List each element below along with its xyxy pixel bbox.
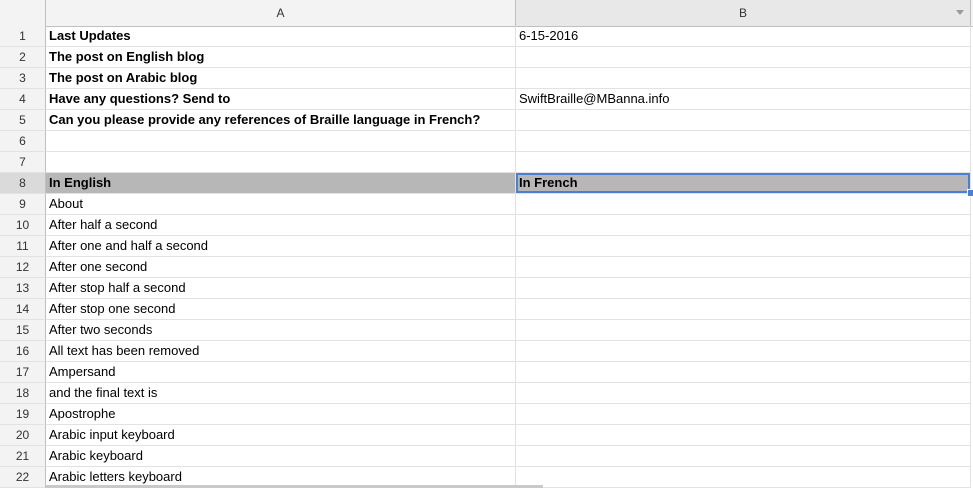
row-header[interactable]: 1 bbox=[0, 26, 46, 47]
cell-a[interactable]: Arabic input keyboard bbox=[46, 425, 516, 446]
row-header[interactable]: 9 bbox=[0, 194, 46, 215]
column-header-b[interactable]: B bbox=[516, 0, 971, 26]
cell-b[interactable] bbox=[516, 320, 971, 341]
cell-b[interactable] bbox=[516, 467, 971, 488]
cell-a[interactable]: The post on Arabic blog bbox=[46, 68, 516, 89]
row-header[interactable]: 16 bbox=[0, 341, 46, 362]
column-header-a[interactable]: A bbox=[46, 0, 516, 26]
row-header[interactable]: 10 bbox=[0, 215, 46, 236]
cell-a[interactable]: After stop half a second bbox=[46, 278, 516, 299]
cell-a[interactable]: After stop one second bbox=[46, 299, 516, 320]
cell-a[interactable]: In English bbox=[46, 173, 516, 194]
cell-a[interactable]: All text has been removed bbox=[46, 341, 516, 362]
cell-a[interactable]: Apostrophe bbox=[46, 404, 516, 425]
table-row: 21 Arabic keyboard bbox=[0, 446, 973, 467]
table-row: 6 bbox=[0, 131, 973, 152]
cell-a[interactable]: Ampersand bbox=[46, 362, 516, 383]
cell-b[interactable] bbox=[516, 68, 971, 89]
cell-b[interactable]: In French bbox=[516, 173, 971, 194]
cell-a[interactable]: and the final text is bbox=[46, 383, 516, 404]
chevron-down-icon[interactable] bbox=[956, 10, 964, 15]
row-header[interactable]: 5 bbox=[0, 110, 46, 131]
cell-b[interactable] bbox=[516, 152, 971, 173]
table-row: 3 The post on Arabic blog bbox=[0, 68, 973, 89]
row-header[interactable]: 7 bbox=[0, 152, 46, 173]
cell-a[interactable]: After one second bbox=[46, 257, 516, 278]
cell-a[interactable]: About bbox=[46, 194, 516, 215]
cell-b[interactable] bbox=[516, 446, 971, 467]
cell-b[interactable] bbox=[516, 299, 971, 320]
cell-a[interactable]: The post on English blog bbox=[46, 47, 516, 68]
cell-b[interactable] bbox=[516, 278, 971, 299]
row-header[interactable]: 3 bbox=[0, 68, 46, 89]
table-row: 12 After one second bbox=[0, 257, 973, 278]
table-row: 1 Last Updates 6-15-2016 bbox=[0, 26, 973, 47]
cell-b[interactable] bbox=[516, 404, 971, 425]
cell-b[interactable] bbox=[516, 362, 971, 383]
table-row: 14 After stop one second bbox=[0, 299, 973, 320]
table-row: 13 After stop half a second bbox=[0, 278, 973, 299]
table-row: 11 After one and half a second bbox=[0, 236, 973, 257]
row-header[interactable]: 14 bbox=[0, 299, 46, 320]
column-header-bar: A B bbox=[0, 0, 973, 27]
table-row: 9 About bbox=[0, 194, 973, 215]
table-row: 4 Have any questions? Send to SwiftBraille… bbox=[0, 89, 973, 110]
table-row: 16 All text has been removed bbox=[0, 341, 973, 362]
table-row: 7 bbox=[0, 152, 973, 173]
cell-a[interactable]: After half a second bbox=[46, 215, 516, 236]
cell-b[interactable] bbox=[516, 383, 971, 404]
cell-b[interactable] bbox=[516, 131, 971, 152]
row-header[interactable]: 17 bbox=[0, 362, 46, 383]
row-header[interactable]: 12 bbox=[0, 257, 46, 278]
cell-a[interactable] bbox=[46, 152, 516, 173]
cell-a[interactable]: Last Updates bbox=[46, 26, 516, 47]
row-header[interactable]: 21 bbox=[0, 446, 46, 467]
cell-a[interactable]: Have any questions? Send to bbox=[46, 89, 516, 110]
table-row: 17 Ampersand bbox=[0, 362, 973, 383]
cell-b[interactable] bbox=[516, 110, 971, 131]
cell-b[interactable] bbox=[516, 47, 971, 68]
table-row: 5 Can you please provide any references o… bbox=[0, 110, 973, 131]
cell-b[interactable] bbox=[516, 257, 971, 278]
cell-a[interactable]: After one and half a second bbox=[46, 236, 516, 257]
cell-b[interactable] bbox=[516, 236, 971, 257]
column-header-b-label: B bbox=[738, 6, 747, 20]
row-header[interactable]: 18 bbox=[0, 383, 46, 404]
cell-a[interactable] bbox=[46, 131, 516, 152]
row-header[interactable]: 4 bbox=[0, 89, 46, 110]
row-header[interactable]: 15 bbox=[0, 320, 46, 341]
row-header[interactable]: 22 bbox=[0, 467, 46, 488]
cell-b[interactable] bbox=[516, 425, 971, 446]
row-header[interactable]: 20 bbox=[0, 425, 46, 446]
cell-b[interactable] bbox=[516, 194, 971, 215]
table-row: 18 and the final text is bbox=[0, 383, 973, 404]
row-header[interactable]: 19 bbox=[0, 404, 46, 425]
cell-b[interactable] bbox=[516, 341, 971, 362]
table-row: 10 After half a second bbox=[0, 215, 973, 236]
table-row: 15 After two seconds bbox=[0, 320, 973, 341]
table-row: 2 The post on English blog bbox=[0, 47, 973, 68]
table-row: 8 In English In French bbox=[0, 173, 973, 194]
row-header[interactable]: 6 bbox=[0, 131, 46, 152]
cell-b[interactable]: SwiftBraille@MBanna.info bbox=[516, 89, 971, 110]
cell-a[interactable]: After two seconds bbox=[46, 320, 516, 341]
table-row: 19 Apostrophe bbox=[0, 404, 973, 425]
select-all-corner[interactable] bbox=[0, 0, 46, 26]
cell-a[interactable]: Arabic keyboard bbox=[46, 446, 516, 467]
table-row: 20 Arabic input keyboard bbox=[0, 425, 973, 446]
row-header[interactable]: 13 bbox=[0, 278, 46, 299]
cell-a[interactable]: Can you please provide any references of… bbox=[46, 110, 516, 131]
fill-handle[interactable] bbox=[967, 189, 973, 197]
row-header[interactable]: 2 bbox=[0, 47, 46, 68]
row-header[interactable]: 11 bbox=[0, 236, 46, 257]
cell-b[interactable]: 6-15-2016 bbox=[516, 26, 971, 47]
spreadsheet-grid[interactable]: A B 1 Last Updates 6-15-2016 2 The post on E… bbox=[0, 0, 973, 488]
cell-b[interactable] bbox=[516, 215, 971, 236]
row-header[interactable]: 8 bbox=[0, 173, 46, 194]
